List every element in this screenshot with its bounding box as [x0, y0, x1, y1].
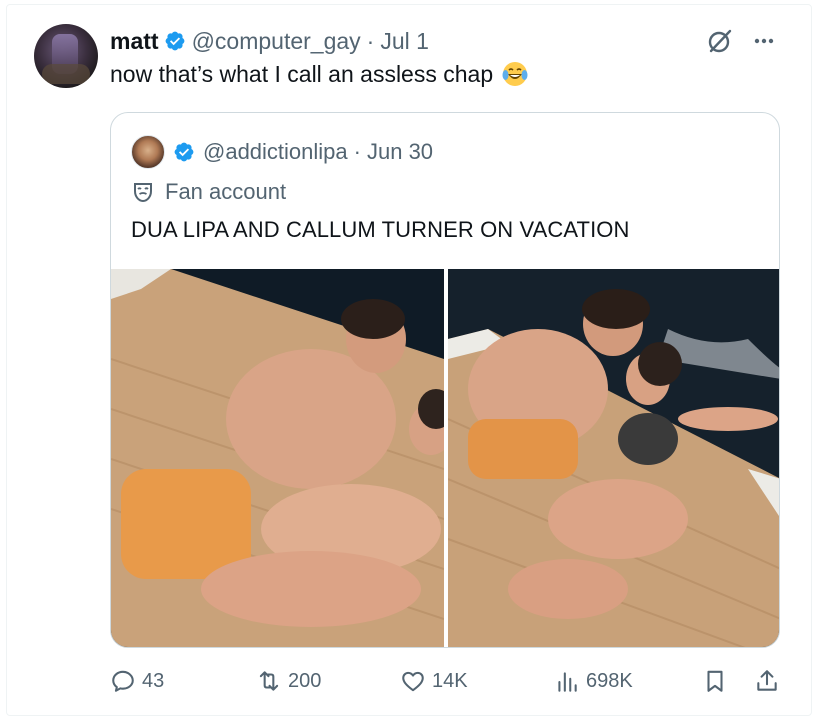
repost-icon — [259, 671, 279, 691]
tweet-date[interactable]: Jul 1 — [380, 28, 429, 55]
verified-badge-icon — [174, 142, 194, 162]
grok-icon[interactable] — [706, 27, 734, 55]
share-icon — [757, 670, 777, 691]
photo-right-image — [448, 269, 779, 647]
quoted-text: DUA LIPA AND CALLUM TURNER ON VACATION — [131, 217, 630, 242]
bookmark-button[interactable] — [702, 668, 734, 694]
repost-button[interactable]: 200 — [256, 668, 321, 694]
quoted-avatar[interactable] — [131, 135, 165, 169]
action-bar: 43 200 14K 698K — [110, 668, 780, 700]
separator-dot: · — [353, 139, 361, 164]
verified-badge-icon — [165, 31, 184, 51]
fan-account-label: Fan account — [131, 179, 286, 205]
views-chart-icon — [558, 672, 577, 692]
heart-icon — [402, 671, 424, 692]
author-handle[interactable]: @computer_gay — [192, 28, 361, 55]
photo-left-image — [111, 269, 444, 647]
author-name[interactable]: matt — [110, 28, 159, 55]
bookmark-icon — [707, 670, 723, 692]
like-button[interactable]: 14K — [400, 668, 468, 694]
theater-mask-icon — [134, 183, 152, 203]
separator-dot: · — [366, 27, 375, 54]
tears-of-joy-emoji-icon — [502, 62, 528, 86]
author-avatar[interactable] — [34, 24, 98, 88]
quoted-handle[interactable]: @addictionlipa — [203, 139, 348, 165]
like-count: 14K — [432, 669, 468, 692]
avatar-shadow — [42, 64, 90, 84]
fan-account-text: Fan account — [165, 179, 287, 204]
photo-right[interactable] — [448, 269, 779, 647]
share-button[interactable] — [754, 668, 786, 694]
reply-count: 43 — [142, 669, 165, 692]
tweet-header: matt @computer_gay · Jul 1 — [110, 27, 429, 55]
tweet-text: now that’s what I call an assless chap — [110, 60, 494, 87]
quoted-header: @addictionlipa · Jun 30 — [131, 135, 433, 169]
quoted-date[interactable]: Jun 30 — [367, 139, 433, 165]
views-count: 698K — [586, 669, 633, 692]
photo-left[interactable] — [111, 269, 444, 647]
reply-icon — [112, 670, 134, 692]
reply-button[interactable]: 43 — [110, 668, 164, 694]
more-options-icon[interactable] — [752, 29, 776, 53]
quoted-tweet[interactable]: @addictionlipa · Jun 30 Fan account DUA … — [110, 112, 780, 648]
photo-grid — [111, 269, 779, 647]
repost-count: 200 — [288, 669, 322, 692]
views-button[interactable]: 698K — [554, 668, 633, 694]
tweet-body: now that’s what I call an assless chap — [110, 60, 529, 88]
